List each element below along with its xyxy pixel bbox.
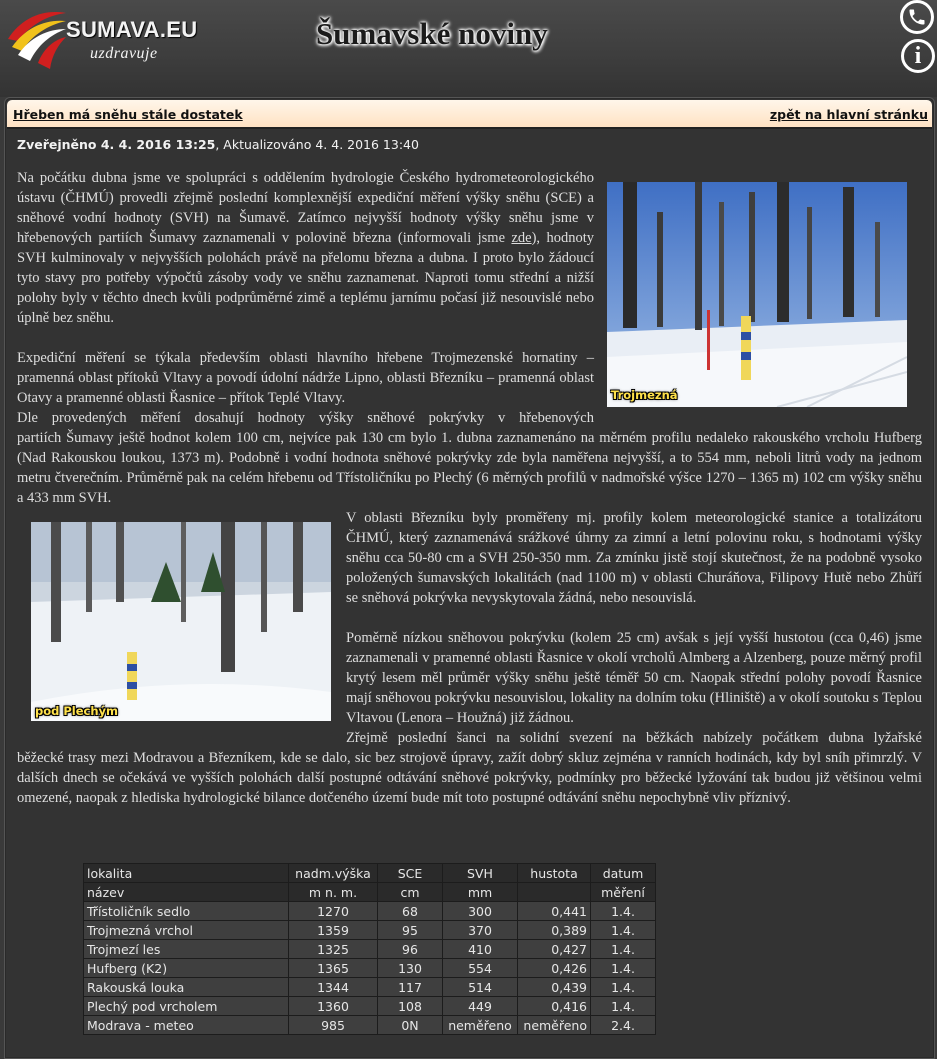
logo-text: SUMAVA.EU [66,17,198,42]
table-header-cell: cm [377,882,443,902]
paragraph-text: Na počátku dubna jsme ve spolupráci s od… [17,170,594,246]
table-cell: 2.4. [590,1015,656,1035]
inline-link-zde[interactable]: zde [511,230,531,246]
table-row: Plechý pod vrcholem 1360 108 449 0,416 1… [83,996,656,1016]
table-row: Modrava - meteo 985 0N neměřeno neměřeno… [83,1015,656,1035]
table-cell: 1270 [288,901,378,921]
table-cell: 68 [377,901,443,921]
table-cell: 1.4. [590,996,656,1016]
table-cell: 0,389 [517,920,591,940]
table-row: Hufberg (K2) 1365 130 554 0,426 1.4. [83,958,656,978]
table-header-cell: datum [590,863,656,883]
table-cell: 514 [442,977,518,997]
article-paragraph-6: běžecké trasy mezi Modravou a Březníkem,… [17,750,922,806]
photo-pod-plechym[interactable]: pod Plechým [31,522,331,721]
table-cell: 1.4. [590,939,656,959]
table-row: Rakouská louka 1344 117 514 0,439 1.4. [83,977,656,997]
table-cell: 1365 [288,958,378,978]
table-cell: neměřeno [442,1015,518,1035]
table-cell: Plechý pod vrcholem [83,996,289,1016]
table-header-cell: hustota [517,863,591,883]
published-date: Zveřejněno 4. 4. 2016 13:25 [17,137,216,152]
table-header-cell: SVH [442,863,518,883]
table-cell: 108 [377,996,443,1016]
table-header-cell: měření [590,882,656,902]
snow-measurement-table: lokalita nadm.výška SCE SVH hustota datu… [83,863,656,1035]
article-paragraph-2: Expediční měření se týkala především obl… [17,350,594,406]
table-cell: 96 [377,939,443,959]
photo-trojmezna[interactable]: Trojmezná [607,182,907,407]
table-cell: 130 [377,958,443,978]
site-logo[interactable]: SUMAVA.EU uzdravuje [4,3,198,75]
table-cell: Rakouská louka [83,977,289,997]
photo-trojmezna-image [607,182,907,407]
table-row: Trojmezí les 1325 96 410 0,427 1.4. [83,939,656,959]
table-header-cell: m n. m. [288,882,378,902]
site-header: SUMAVA.EU uzdravuje Šumavské noviny i [0,0,937,97]
table-header-cell: SCE [377,863,443,883]
publication-info: Zveřejněno 4. 4. 2016 13:25, Aktualizová… [17,137,419,152]
table-cell: 410 [442,939,518,959]
table-cell: 370 [442,920,518,940]
table-header-cell: mm [442,882,518,902]
table-cell: 1360 [288,996,378,1016]
table-cell: Třístoličník sedlo [83,901,289,921]
article-paragraph-3: partiích Šumavy ještě hodnot kolem 100 c… [17,430,922,506]
article-topbar: Hřeben má sněhu stále dostatek zpět na h… [7,100,932,127]
updated-date: , Aktualizováno 4. 4. 2016 13:40 [215,137,419,152]
table-cell: 1.4. [590,958,656,978]
table-cell: Trojmezná vrchol [83,920,289,940]
table-header-cell: název [83,882,289,902]
phone-icon[interactable] [900,0,934,34]
table-cell: 0,426 [517,958,591,978]
table-header-cell: nadm.výška [288,863,378,883]
table-cell: neměřeno [517,1015,591,1035]
table-cell: 300 [442,901,518,921]
table-cell: 1.4. [590,977,656,997]
table-cell: 1359 [288,920,378,940]
photo-pod-plechym-caption: pod Plechým [35,704,119,718]
table-cell: 0,439 [517,977,591,997]
article-paragraph-1: Na počátku dubna jsme ve spolupráci s od… [17,168,594,328]
table-cell: 0,427 [517,939,591,959]
table-cell: 985 [288,1015,378,1035]
article-title-link[interactable]: Hřeben má sněhu stále dostatek [13,107,243,122]
table-row: Trojmezná vrchol 1359 95 370 0,389 1.4. [83,920,656,940]
table-cell: 117 [377,977,443,997]
divider [7,127,932,129]
table-cell: 0N [377,1015,443,1035]
article-paragraph-6-start: Zřejmě poslední šanci na solidní svezení… [346,730,922,746]
table-header-cell: lokalita [83,863,289,883]
table-row: Třístoličník sedlo 1270 68 300 0,441 1.4… [83,901,656,921]
table-cell: 95 [377,920,443,940]
table-header-row: lokalita nadm.výška SCE SVH hustota datu… [83,863,656,883]
table-cell: Modrava - meteo [83,1015,289,1035]
article-paragraph-4: V oblasti Březníku byly proměřeny mj. pr… [346,510,922,606]
table-cell: 1344 [288,977,378,997]
article-panel: Hřeben má sněhu stále dostatek zpět na h… [4,97,935,1059]
article-paragraph-3-start: Dle provedených měření dosahují hodnoty … [17,410,594,426]
table-cell: 1325 [288,939,378,959]
table-cell: 554 [442,958,518,978]
table-cell: Trojmezí les [83,939,289,959]
photo-pod-plechym-image [31,522,331,721]
article-paragraph-5: Poměrně nízkou sněhovou pokrývku (kolem … [346,630,922,726]
table-cell: 1.4. [590,901,656,921]
logo-tagline: uzdravuje [90,45,158,62]
table-header-row: název m n. m. cm mm měření [83,882,656,902]
table-cell: 449 [442,996,518,1016]
table-cell: 0,416 [517,996,591,1016]
back-to-home-link[interactable]: zpět na hlavní stránku [770,107,928,122]
site-title: Šumavské noviny [316,16,548,51]
table-cell: Hufberg (K2) [83,958,289,978]
table-cell: 0,441 [517,901,591,921]
table-header-cell [517,882,591,902]
photo-trojmezna-caption: Trojmezná [611,388,678,402]
info-icon[interactable]: i [901,39,935,73]
table-cell: 1.4. [590,920,656,940]
